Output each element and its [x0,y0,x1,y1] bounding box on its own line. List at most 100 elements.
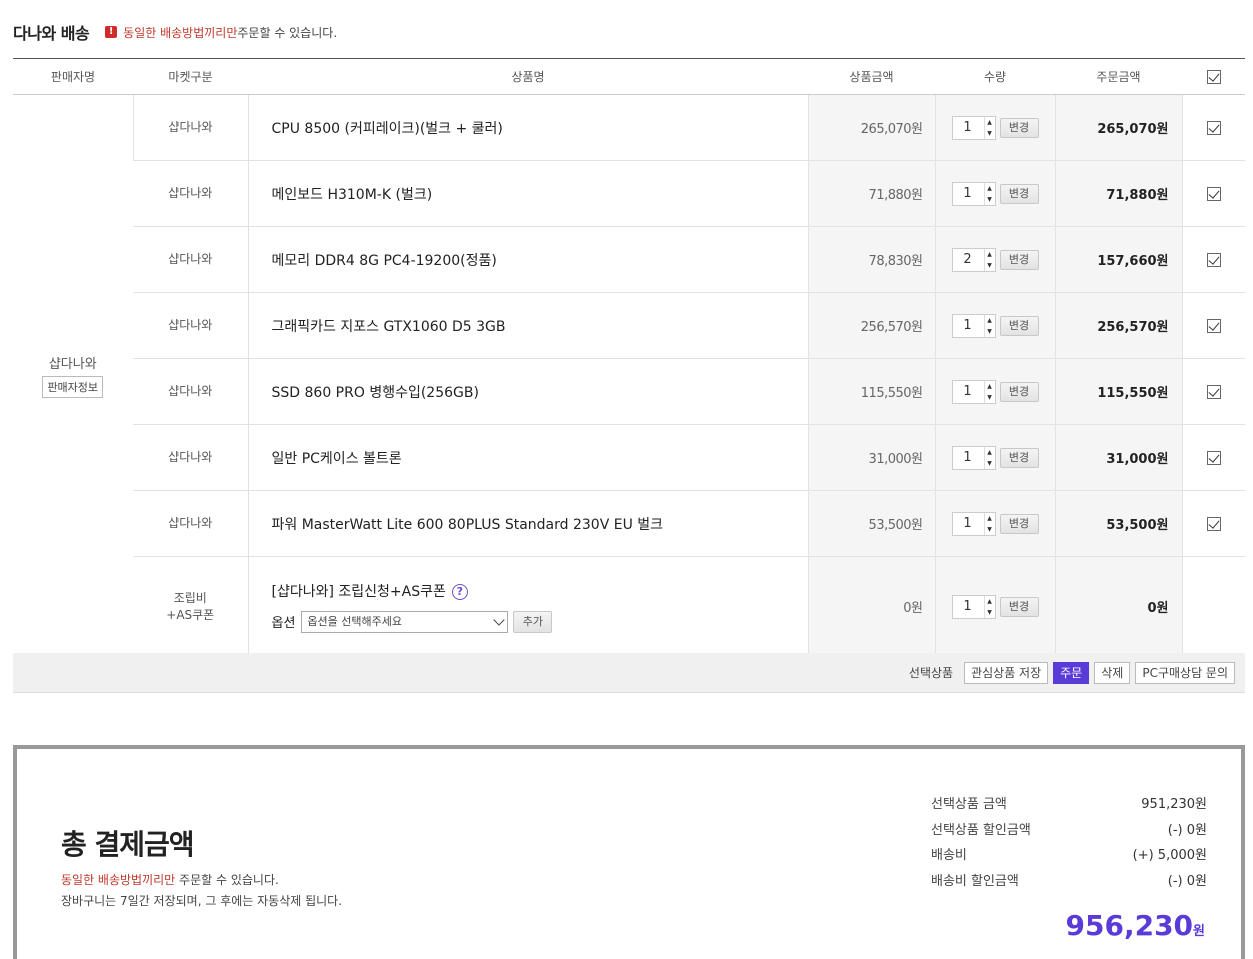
market-type: 샵다나와 [133,292,248,359]
change-button[interactable]: 변경 [999,249,1039,270]
select-cell[interactable] [1181,358,1245,425]
qty-cell: 1 ▲ ▼ 변경 [934,556,1055,657]
change-button[interactable]: 변경 [999,447,1039,468]
market-type: 샵다나와 [132,94,248,161]
order-amount: 71,880원 [1054,160,1182,227]
select-cell [1181,556,1245,657]
summary-row: 선택상품 금액 951,230원 [931,797,1207,812]
market-type: 샵다나와 [133,160,248,227]
table-row: 샵다나와 그래픽카드 지포스 GTX1060 D5 3GB 256,570원 1… [13,292,1245,359]
quantity-input[interactable]: 1 ▲ ▼ [951,181,996,206]
qty-cell: 1 ▲ ▼ 변경 [934,160,1055,227]
row-checkbox[interactable] [1206,186,1221,201]
quantity-input[interactable]: 1 ▲ ▼ [951,511,996,536]
quantity-input[interactable]: 2 ▲ ▼ [951,247,996,272]
seller-info-button[interactable]: 판매자정보 [42,376,104,398]
row-checkbox[interactable] [1206,318,1221,333]
summary-row: 선택상품 할인금액 (-) 0원 [931,822,1207,838]
quantity-spinner[interactable]: ▲ ▼ [983,512,995,535]
quantity-spinner[interactable]: ▲ ▼ [983,595,995,618]
summary-row: 배송비 (+) 5,000원 [931,848,1207,863]
help-icon[interactable]: ? [451,583,468,600]
option-select[interactable]: 옵션을 선택해주세요 [301,610,509,633]
seller-name: 샵다나와 [48,357,97,372]
col-price: 상품금액 [808,58,935,95]
product-name[interactable]: 그래픽카드 지포스 GTX1060 D5 3GB [247,292,808,359]
pc-consult-button[interactable]: PC구매상담 문의 [1135,661,1235,684]
quantity-input[interactable]: 1 ▲ ▼ [951,115,996,140]
summary-storage-note: 장바구니는 7일간 저장되며, 그 후에는 자동삭제 됩니다. [61,894,343,908]
order-button[interactable]: 주문 [1053,661,1090,684]
table-row: 샵다나와 메모리 DDR4 8G PC4-19200(정품) 78,830원 2… [13,226,1245,293]
delete-button[interactable]: 삭제 [1094,661,1131,684]
quantity-spinner[interactable]: ▲ ▼ [983,248,995,271]
quantity-input[interactable]: 1 ▲ ▼ [951,445,996,470]
qty-cell: 1 ▲ ▼ 변경 [934,358,1055,425]
select-cell[interactable] [1181,160,1245,227]
row-checkbox[interactable] [1206,120,1221,135]
table-row: 조립비 +AS쿠폰 [샵다나와] 조립신청+AS쿠폰? 옵션 옵션을 선택해주세… [13,556,1245,657]
payment-summary: 총 결제금액 동일한 배송방법끼리만 주문할 수 있습니다. 장바구니는 7일간… [13,745,1245,959]
summary-note: 동일한 배송방법끼리만 주문할 수 있습니다. [61,873,279,887]
qty-cell: 1 ▲ ▼ 변경 [934,424,1055,491]
product-name[interactable]: 파워 MasterWatt Lite 600 80PLUS Standard 2… [247,490,808,557]
row-checkbox[interactable] [1206,516,1221,531]
unit-price: 0원 [807,556,935,657]
table-row: 샵다나와 판매자정보 샵다나와 CPU 8500 (커피레이크)(벌크 + 쿨러… [13,94,1245,657]
market-type: 샵다나와 [133,490,248,557]
market-type: 조립비 +AS쿠폰 [133,556,248,657]
quantity-spinner[interactable]: ▲ ▼ [983,182,995,205]
select-cell[interactable] [1181,424,1245,491]
col-seller: 판매자명 [13,58,133,95]
table-row: 샵다나와 메인보드 H310M-K (벌크) 71,880원 1 ▲ ▼ 변경 71,… [13,160,1245,227]
select-all-checkbox[interactable] [1206,69,1221,84]
order-amount: 53,500원 [1054,490,1182,557]
selected-label: 선택상품 [908,666,954,680]
product-name[interactable]: CPU 8500 (커피레이크)(벌크 + 쿨러) [247,94,808,161]
select-cell[interactable] [1181,94,1245,161]
save-wishlist-button[interactable]: 관심상품 저장 [964,661,1049,684]
summary-title: 총 결제금액 [61,828,195,861]
change-button[interactable]: 변경 [999,381,1039,402]
product-name[interactable]: 메모리 DDR4 8G PC4-19200(정품) [247,226,808,293]
row-checkbox[interactable] [1206,384,1221,399]
quantity-spinner[interactable]: ▲ ▼ [983,116,995,139]
product-name[interactable]: 메인보드 H310M-K (벌크) [247,160,808,227]
quantity-input[interactable]: 1 ▲ ▼ [951,313,996,338]
unit-price: 115,550원 [807,358,935,425]
quantity-input[interactable]: 1 ▲ ▼ [951,594,996,619]
col-total: 주문금액 [1055,58,1182,95]
select-cell[interactable] [1181,490,1245,557]
seller-cell: 샵다나와 판매자정보 [13,94,133,657]
col-select-all[interactable] [1182,58,1245,95]
quantity-spinner[interactable]: ▲ ▼ [983,314,995,337]
change-button[interactable]: 변경 [999,315,1039,336]
change-button[interactable]: 변경 [999,183,1039,204]
order-amount: 265,070원 [1054,94,1182,161]
order-amount: 157,660원 [1054,226,1182,293]
product-name[interactable]: [샵다나와] 조립신청+AS쿠폰 [272,584,446,600]
add-option-button[interactable]: 추가 [513,610,553,633]
summary-list: 선택상품 금액 951,230원 선택상품 할인금액 (-) 0원 배송비 (+) 5… [931,793,1207,895]
row-checkbox[interactable] [1206,252,1221,267]
quantity-spinner[interactable]: ▲ ▼ [983,446,995,469]
qty-cell: 1 ▲ ▼ 변경 [934,292,1055,359]
change-button[interactable]: 변경 [999,596,1039,617]
section-title: 다나와 배송 [13,24,90,43]
quantity-spinner[interactable]: ▲ ▼ [983,380,995,403]
change-button[interactable]: 변경 [999,513,1039,534]
unit-price: 256,570원 [807,292,935,359]
order-amount: 256,570원 [1054,292,1182,359]
order-amount: 31,000원 [1054,424,1182,491]
select-cell[interactable] [1181,292,1245,359]
product-name[interactable]: 일반 PC케이스 볼트론 [247,424,808,491]
chevron-down-icon [493,613,506,626]
warning-text: 주문할 수 있습니다. [237,25,338,40]
row-checkbox[interactable] [1206,450,1221,465]
product-name[interactable]: SSD 860 PRO 병행수입(256GB) [247,358,808,425]
quantity-input[interactable]: 1 ▲ ▼ [951,379,996,404]
change-button[interactable]: 변경 [999,117,1039,138]
unit-price: 265,070원 [807,94,935,161]
market-type: 샵다나와 [133,358,248,425]
select-cell[interactable] [1181,226,1245,293]
